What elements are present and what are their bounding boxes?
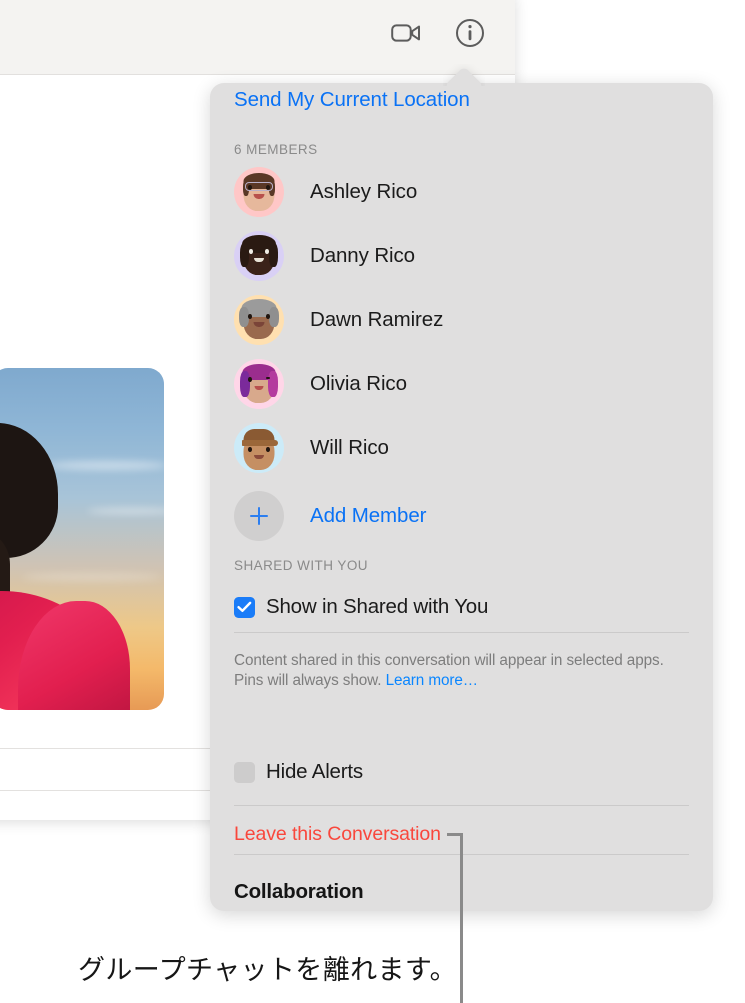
member-row-will-rico[interactable]: Will Rico	[234, 423, 674, 473]
photo-message-bubble[interactable]	[0, 368, 164, 710]
member-row-olivia-rico[interactable]: Olivia Rico	[234, 359, 674, 409]
show-in-shared-label: Show in Shared with You	[266, 595, 488, 619]
hide-alerts-row[interactable]: Hide Alerts	[234, 760, 363, 784]
avatar	[234, 231, 284, 281]
show-in-shared-with-you-row[interactable]: Show in Shared with You	[234, 595, 488, 619]
shared-with-you-section-header: SHARED WITH YOU	[234, 558, 368, 573]
send-my-current-location-button[interactable]: Send My Current Location	[234, 88, 470, 112]
avatar	[234, 423, 284, 473]
avatar	[234, 167, 284, 217]
member-name: Ashley Rico	[310, 180, 417, 204]
video-camera-icon[interactable]	[389, 16, 423, 50]
hair-shape	[0, 423, 58, 558]
conversation-details-popover: Send My Current Location 6 MEMBERS Ashle…	[210, 83, 713, 911]
member-name: Dawn Ramirez	[310, 308, 443, 332]
cap-brim-shape	[242, 440, 278, 446]
hide-alerts-label: Hide Alerts	[266, 760, 363, 784]
person-silhouette	[0, 423, 80, 710]
avatar	[234, 359, 284, 409]
toolbar-icon-group	[389, 16, 487, 50]
members-section-header: 6 MEMBERS	[234, 142, 318, 157]
callout-caption: グループチャットを離れます。	[78, 948, 457, 987]
member-row-dawn-ramirez[interactable]: Dawn Ramirez	[234, 295, 674, 345]
member-name: Danny Rico	[310, 244, 415, 268]
info-circle-icon[interactable]	[453, 16, 487, 50]
shared-with-you-description: Content shared in this conversation will…	[234, 651, 694, 692]
callout-leader-line	[460, 833, 463, 1003]
add-member-label: Add Member	[310, 504, 426, 528]
conversation-toolbar	[0, 0, 515, 75]
member-name: Olivia Rico	[310, 372, 407, 396]
collaboration-section-title: Collaboration	[234, 880, 364, 904]
section-divider	[234, 632, 689, 633]
add-member-button[interactable]: Add Member	[234, 491, 426, 541]
member-name: Will Rico	[310, 436, 389, 460]
member-row-ashley-rico[interactable]: Ashley Rico	[234, 167, 674, 217]
plus-icon	[234, 491, 284, 541]
section-divider	[234, 805, 689, 806]
avatar	[234, 295, 284, 345]
checkbox-unchecked-icon[interactable]	[234, 762, 255, 783]
popover-arrow	[443, 64, 485, 86]
member-row-danny-rico[interactable]: Danny Rico	[234, 231, 674, 281]
learn-more-link[interactable]: Learn more…	[386, 672, 478, 689]
checkbox-checked-icon[interactable]	[234, 597, 255, 618]
leave-this-conversation-button[interactable]: Leave this Conversation	[234, 823, 441, 846]
